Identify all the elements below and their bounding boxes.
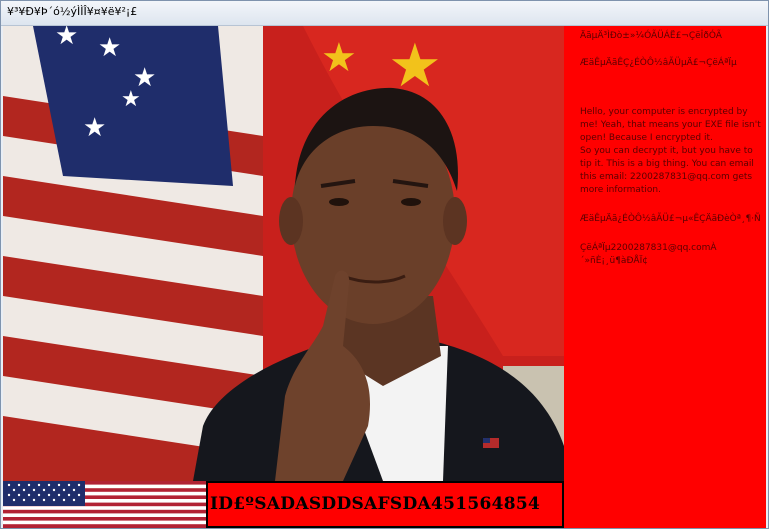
title-bar[interactable]: ¥³¥Ð¥Þ´ó½ýÌÌÎ¥¤¥ë¥²¡£: [1, 1, 768, 26]
garbled-line-3: ÆäÊµÄã¿ÉÒÔ½âÃÜ£¬µ«ÊÇÄãÐèÒª¸¶·Ñ: [580, 214, 761, 224]
ransom-message: Hello, your computer is encrypted by me!…: [580, 107, 761, 195]
svg-text:★: ★: [321, 35, 357, 81]
background-photo: ★ ★ ★ ★ ★ ★ ★: [3, 26, 564, 481]
photo-illustration: ★ ★ ★ ★ ★ ★ ★: [3, 26, 564, 481]
garbled-line-4: ÇëÁªÏµ2200287831@qq.comÀ´»ñÈ¡¸ü¶àÐÅÏ¢: [580, 243, 717, 266]
window-title: ¥³¥Ð¥Þ´ó½ýÌÌÎ¥¤¥ë¥²¡£: [7, 5, 138, 18]
ransom-note-text: ÄãµÄ³ÌÐò±»¼ÓÃÜÁË£¬ÇëÎðÓÃ ÆäÊµÄãÊÇ¿ÉÒÔ½âÃ…: [580, 26, 764, 268]
garbled-line-2: ÆäÊµÄãÊÇ¿ÉÒÔ½âÃÜµÄ£¬ÇëÁªÏµ: [580, 58, 737, 68]
victim-id-box: ID£ºSADASDDSAFSDA451564854: [206, 481, 564, 528]
svg-text:★: ★: [55, 26, 78, 51]
svg-text:★: ★: [121, 87, 141, 112]
svg-text:★: ★: [98, 33, 121, 63]
window-content: ★ ★ ★ ★ ★ ★ ★ ÄãµÄ³ÌÐò±»¼ÓÃÜÁË£¬ÇëÎðÓÃ Æ…: [3, 26, 766, 528]
us-flag-banner-icon: [3, 481, 206, 528]
garbled-line-1: ÄãµÄ³ÌÐò±»¼ÓÃÜÁË£¬ÇëÎðÓÃ: [580, 31, 722, 41]
svg-text:★: ★: [83, 113, 106, 143]
victim-id-text: ID£ºSADASDDSAFSDA451564854: [210, 494, 541, 514]
ransomware-window: ¥³¥Ð¥Þ´ó½ýÌÌÎ¥¤¥ë¥²¡£ ★ ★ ★ ★ ★ ★ ★ ÄãµÄ…: [0, 0, 769, 529]
ransom-note-panel: ÄãµÄ³ÌÐò±»¼ÓÃÜÁË£¬ÇëÎðÓÃ ÆäÊµÄãÊÇ¿ÉÒÔ½âÃ…: [564, 26, 766, 528]
